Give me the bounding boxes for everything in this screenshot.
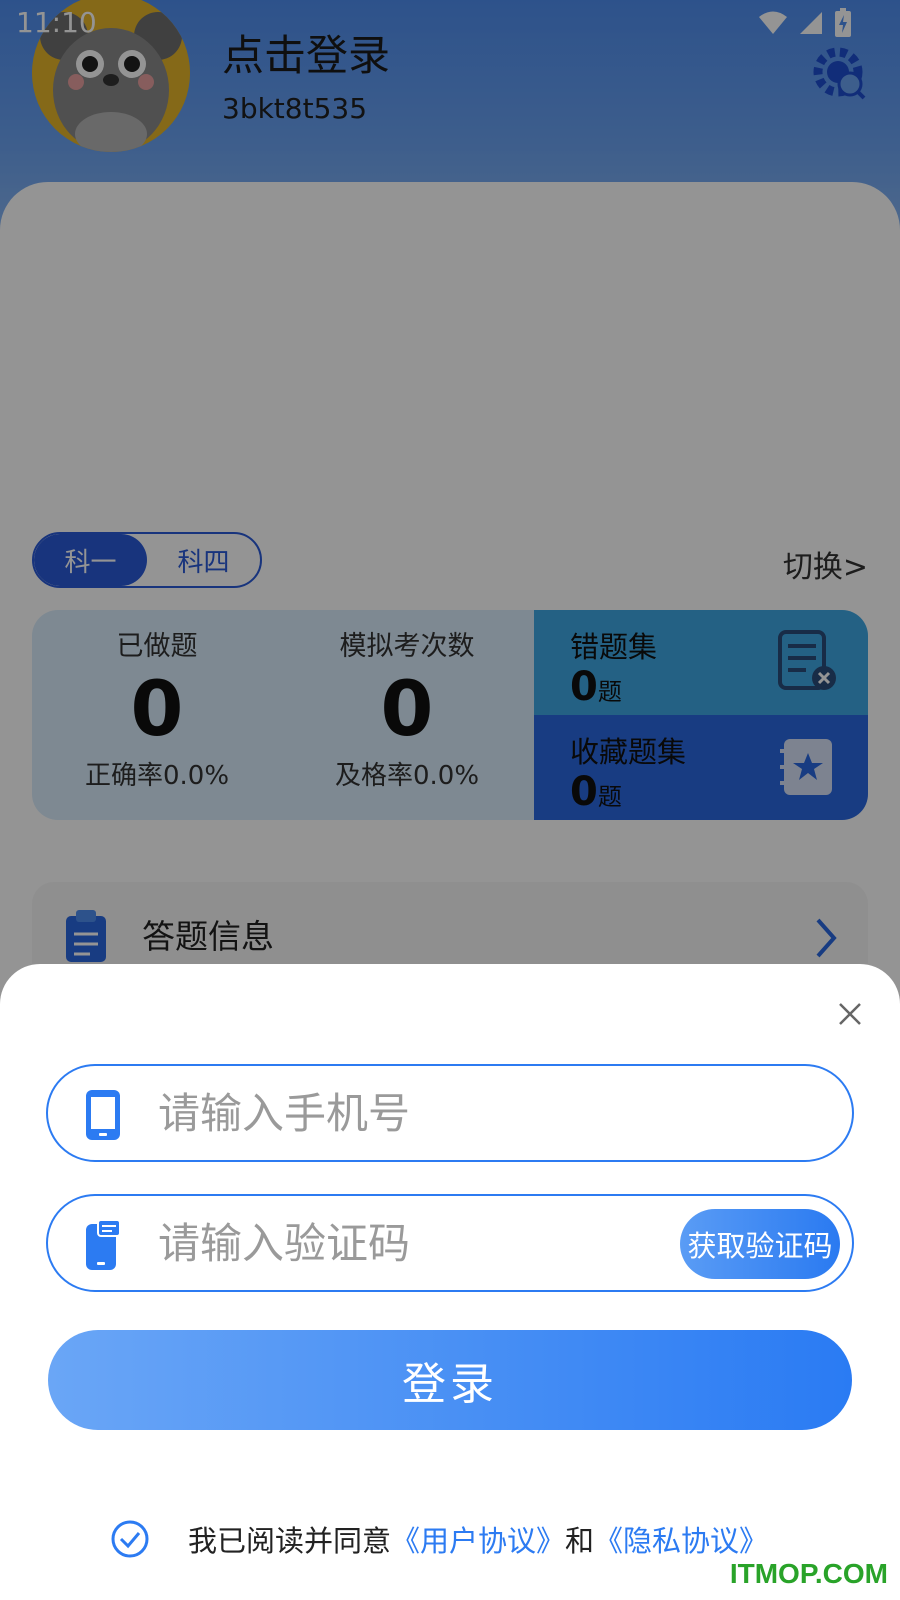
agreement-prefix: 我已阅读并同意 — [188, 1524, 392, 1558]
close-icon[interactable] — [836, 1000, 864, 1028]
phone-input[interactable] — [158, 1082, 678, 1144]
user-agreement-link[interactable]: 《用户协议》 — [391, 1518, 565, 1560]
mobile-phone-icon — [86, 1090, 120, 1140]
verification-code-field[interactable]: 获取验证码 — [46, 1194, 854, 1292]
get-code-button[interactable]: 获取验证码 — [680, 1209, 840, 1279]
phone-field[interactable] — [46, 1064, 854, 1162]
site-watermark: ITMOP.COM — [729, 1558, 888, 1589]
checkbox-checked-icon[interactable] — [110, 1519, 150, 1559]
login-button[interactable]: 登录 — [48, 1330, 852, 1430]
verification-code-input[interactable] — [158, 1212, 638, 1274]
privacy-agreement-link[interactable]: 《隐私协议》 — [594, 1518, 768, 1560]
sms-code-icon — [86, 1219, 121, 1270]
agreement-and: 和 — [565, 1524, 595, 1558]
agreement-row: 我已阅读并同意 《用户协议》 和 《隐私协议》 — [110, 1518, 768, 1560]
